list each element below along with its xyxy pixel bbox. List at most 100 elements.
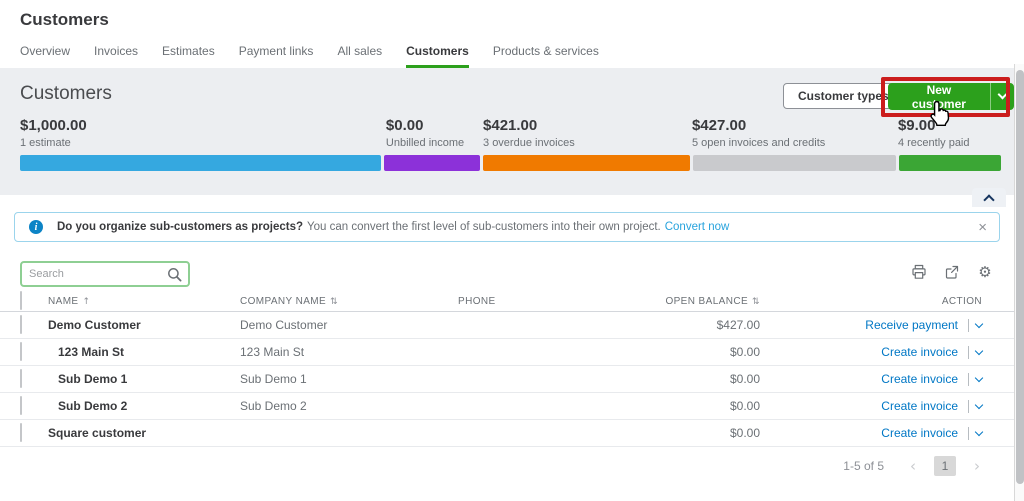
column-header-phone: PHONE	[458, 296, 648, 307]
sort-both-icon: ⇅	[752, 296, 760, 307]
action-divider	[968, 318, 969, 332]
tab-payment-links[interactable]: Payment links	[239, 44, 314, 68]
customer-name-link[interactable]: 123 Main St	[48, 345, 240, 359]
stat-5-open-invoices-and-credits: $427.00 5 open invoices and credits	[692, 117, 898, 149]
gear-icon[interactable]: ⚙	[976, 263, 994, 281]
customer-name-link[interactable]: Demo Customer	[48, 318, 240, 332]
stat-label: 5 open invoices and credits	[691, 137, 826, 149]
open-balance-cell: $0.00	[729, 345, 760, 359]
row-checkbox[interactable]	[20, 315, 22, 334]
action-link-receive-payment[interactable]: Receive payment	[865, 318, 958, 332]
new-customer-split-button[interactable]: New customer	[888, 83, 1014, 110]
stat-label: Unbilled income	[385, 137, 465, 149]
page-number-button[interactable]: 1	[934, 456, 956, 476]
table-body: Demo Customer Demo Customer $427.00 Receive…	[0, 312, 1014, 447]
stat-1-estimate: $1,000.00 1 estimate	[20, 117, 386, 149]
column-header-name[interactable]: NAME ↑	[48, 296, 240, 307]
action-divider	[968, 345, 969, 359]
action-dropdown-icon[interactable]	[974, 373, 984, 382]
scrollbar[interactable]	[1014, 64, 1024, 501]
action-cell: Create invoice	[760, 399, 984, 413]
action-dropdown-icon[interactable]	[974, 400, 984, 409]
row-checkbox[interactable]	[20, 342, 22, 361]
banner-question: Do you organize sub-customers as project…	[57, 221, 304, 233]
row-checkbox-cell	[20, 315, 48, 334]
search-input[interactable]	[22, 268, 167, 280]
print-icon[interactable]	[910, 263, 928, 281]
money-bar-segment-4-recently-paid[interactable]	[899, 155, 1001, 171]
tab-invoices[interactable]: Invoices	[94, 44, 138, 68]
new-customer-button[interactable]: New customer	[888, 83, 990, 110]
scrollbar-thumb[interactable]	[1016, 70, 1024, 484]
table-row-demo-customer: Demo Customer Demo Customer $427.00 Receive…	[0, 312, 1014, 339]
stat-amount: $427.00	[691, 117, 747, 134]
sort-asc-icon: ↑	[82, 296, 91, 307]
company-name-cell: Demo Customer	[240, 318, 328, 332]
tab-all-sales[interactable]: All sales	[337, 44, 382, 68]
prev-page-icon[interactable]: ‹	[910, 457, 916, 475]
action-dropdown-icon[interactable]	[974, 319, 984, 328]
action-dropdown-icon[interactable]	[974, 346, 984, 355]
customer-name-link[interactable]: Sub Demo 2	[48, 399, 240, 413]
money-bar-segment-5-open-invoices-and-credits[interactable]	[692, 155, 897, 171]
company-name-cell: Sub Demo 1	[240, 372, 307, 386]
info-icon: i	[29, 220, 43, 234]
select-all-checkbox[interactable]	[20, 291, 22, 310]
stat-label: 1 estimate	[20, 137, 71, 149]
stat-amount: $9.00	[897, 117, 936, 134]
money-bar	[20, 155, 1001, 171]
money-bar-segment-1-estimate[interactable]	[20, 155, 382, 171]
action-cell: Receive payment	[760, 318, 984, 332]
collapse-summary-button[interactable]	[972, 188, 1006, 207]
section-title: Customers	[20, 83, 112, 104]
column-header-action: ACTION	[760, 296, 982, 307]
money-bar-segment-unbilled-income[interactable]	[384, 155, 481, 171]
action-dropdown-icon[interactable]	[974, 427, 984, 436]
open-balance-cell: $0.00	[729, 399, 760, 413]
action-divider	[968, 372, 969, 386]
column-label: PHONE	[458, 295, 496, 307]
new-customer-dropdown-button[interactable]	[989, 83, 1014, 110]
page-title: Customers	[20, 10, 109, 29]
convert-now-link[interactable]: Convert now	[665, 221, 730, 233]
row-checkbox-cell	[20, 369, 48, 388]
money-stats-row: $1,000.00 1 estimate $0.00 Unbilled income $…	[20, 117, 1001, 149]
table-row-sub-demo-1: Sub Demo 1 Sub Demo 1 $0.00 Create invoice	[0, 366, 1014, 393]
row-checkbox[interactable]	[20, 369, 22, 388]
action-link-create-invoice[interactable]: Create invoice	[881, 372, 958, 386]
next-page-icon[interactable]: ›	[974, 457, 980, 475]
money-bar-segment-3-overdue-invoices[interactable]	[483, 155, 690, 171]
column-header-open-balance[interactable]: OPEN BALANCE ⇅	[648, 296, 760, 307]
row-checkbox[interactable]	[20, 423, 22, 442]
stat-unbilled-income: $0.00 Unbilled income	[386, 117, 483, 149]
action-link-create-invoice[interactable]: Create invoice	[881, 426, 958, 440]
export-icon[interactable]	[943, 263, 961, 281]
column-label: COMPANY NAME	[240, 295, 327, 307]
table-header-row: NAME ↑ COMPANY NAME ⇅ PHONE OPEN BALANCE ⇅ ACTI…	[0, 291, 1014, 312]
column-label: ACTION	[941, 295, 982, 307]
action-cell: Create invoice	[760, 345, 984, 359]
customer-name-link[interactable]: Sub Demo 1	[48, 372, 240, 386]
stat-label: 3 overdue invoices	[483, 137, 575, 149]
stat-3-overdue-invoices: $421.00 3 overdue invoices	[483, 117, 692, 149]
tab-customers[interactable]: Customers	[406, 44, 469, 68]
open-balance-cell: $0.00	[729, 426, 760, 440]
customer-name-link[interactable]: Square customer	[48, 426, 240, 440]
tab-estimates[interactable]: Estimates	[162, 44, 215, 68]
action-link-create-invoice[interactable]: Create invoice	[881, 399, 958, 413]
search-icon[interactable]	[167, 267, 182, 282]
action-cell: Create invoice	[760, 426, 984, 440]
tab-overview[interactable]: Overview	[20, 44, 70, 68]
action-link-create-invoice[interactable]: Create invoice	[881, 345, 958, 359]
stat-amount: $1,000.00	[20, 117, 87, 134]
close-icon[interactable]: ×	[978, 220, 987, 235]
table-row-sub-demo-2: Sub Demo 2 Sub Demo 2 $0.00 Create invoice	[0, 393, 1014, 420]
banner-text: You can convert the first level of sub-c…	[307, 221, 661, 233]
column-header-company-name[interactable]: COMPANY NAME ⇅	[240, 296, 458, 307]
sort-both-icon: ⇅	[330, 296, 339, 307]
customer-types-button[interactable]: Customer types	[783, 83, 904, 109]
customers-summary-section: Customers Customer types New customer $1…	[0, 68, 1014, 195]
tab-products-services[interactable]: Products & services	[493, 44, 599, 68]
row-checkbox[interactable]	[20, 396, 22, 415]
customers-page: Customers Overview Invoices Estimates Payme…	[0, 0, 1024, 501]
